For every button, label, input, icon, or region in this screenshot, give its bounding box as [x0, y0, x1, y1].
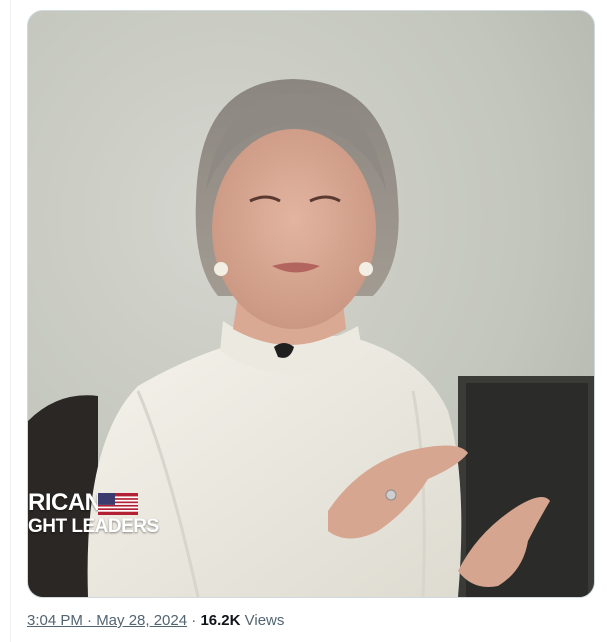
- video-player[interactable]: RICAN GHT LEADERS: [27, 10, 595, 598]
- video-overlay-line2: GHT LEADERS: [28, 516, 159, 537]
- post-metadata: 3:04 PM · May 28, 2024 · 16.2K Views: [27, 612, 284, 629]
- timeline-divider: [10, 0, 11, 642]
- meta-separator: ·: [187, 612, 201, 629]
- views-label: Views: [240, 612, 285, 629]
- us-flag-icon: [98, 493, 138, 515]
- video-overlay-line1: RICAN: [28, 489, 102, 516]
- views-count: 16.2K: [200, 612, 241, 629]
- post-timestamp-link[interactable]: 3:04 PM · May 28, 2024: [27, 612, 187, 629]
